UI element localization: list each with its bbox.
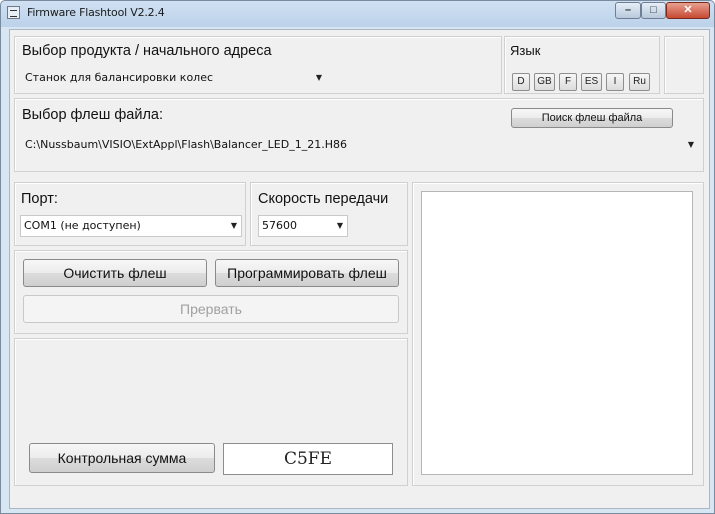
flash-file-panel: Выбор флеш файла: Поиск флеш файла C:\Nu…: [14, 98, 704, 172]
baud-panel: Скорость передачи 57600 ▼: [250, 182, 408, 246]
flash-file-label: Выбор флеш файла:: [22, 107, 163, 123]
baud-select[interactable]: 57600 ▼: [258, 215, 348, 237]
output-log: [421, 191, 693, 475]
baud-label: Скорость передачи: [258, 191, 389, 207]
client-area: Выбор продукта / начального адреса Стано…: [9, 29, 710, 509]
clear-flash-button[interactable]: Очистить флеш: [23, 259, 207, 287]
baud-select-value: 57600: [262, 219, 297, 232]
chevron-down-icon: ▼: [687, 140, 694, 149]
product-panel: Выбор продукта / начального адреса Стано…: [14, 36, 502, 94]
actions-panel: Очистить флеш Программировать флеш Прерв…: [14, 250, 408, 334]
checksum-button[interactable]: Контрольная сумма: [29, 443, 215, 473]
lang-button-gb[interactable]: GB: [534, 73, 555, 91]
app-window: Firmware Flashtool V2.2.4 – □ ✕ Выбор пр…: [0, 0, 715, 514]
blank-panel: [664, 36, 704, 94]
language-label: Язык: [510, 43, 541, 58]
lang-button-f[interactable]: F: [559, 73, 577, 91]
lang-button-es[interactable]: ES: [581, 73, 602, 91]
chevron-down-icon: ▼: [230, 221, 237, 230]
lang-button-d[interactable]: D: [512, 73, 530, 91]
maximize-button[interactable]: □: [641, 2, 666, 19]
lang-button-i[interactable]: I: [606, 73, 624, 91]
product-label: Выбор продукта / начального адреса: [22, 43, 272, 59]
flash-file-path: C:\Nussbaum\VISIO\ExtAppl\Flash\Balancer…: [25, 138, 347, 151]
title-bar[interactable]: Firmware Flashtool V2.2.4 – □ ✕: [1, 1, 714, 25]
search-flash-file-button[interactable]: Поиск флеш файла: [511, 108, 673, 128]
port-panel: Порт: COM1 (не доступен) ▼: [14, 182, 246, 246]
flash-file-select[interactable]: C:\Nussbaum\VISIO\ExtAppl\Flash\Balancer…: [21, 134, 699, 156]
chevron-down-icon: ▼: [315, 73, 322, 82]
product-select[interactable]: Станок для балансировки колес ▼: [21, 67, 327, 89]
port-label: Порт:: [21, 191, 58, 207]
port-select[interactable]: COM1 (не доступен) ▼: [20, 215, 242, 237]
product-select-value: Станок для балансировки колес: [25, 71, 214, 84]
checksum-panel: Контрольная сумма C5FE: [14, 338, 408, 486]
minimize-button[interactable]: –: [615, 2, 641, 19]
lang-button-ru[interactable]: Ru: [629, 73, 650, 91]
port-select-value: COM1 (не доступен): [24, 219, 141, 232]
output-panel-frame: [412, 182, 704, 486]
chevron-down-icon: ▼: [336, 221, 343, 230]
language-panel: Язык D GB F ES I Ru: [504, 36, 660, 94]
app-icon: [7, 6, 20, 19]
checksum-value: C5FE: [223, 443, 393, 475]
abort-button[interactable]: Прервать: [23, 295, 399, 323]
program-flash-button[interactable]: Программировать флеш: [215, 259, 399, 287]
window-title: Firmware Flashtool V2.2.4: [27, 6, 165, 19]
close-button[interactable]: ✕: [666, 2, 710, 19]
